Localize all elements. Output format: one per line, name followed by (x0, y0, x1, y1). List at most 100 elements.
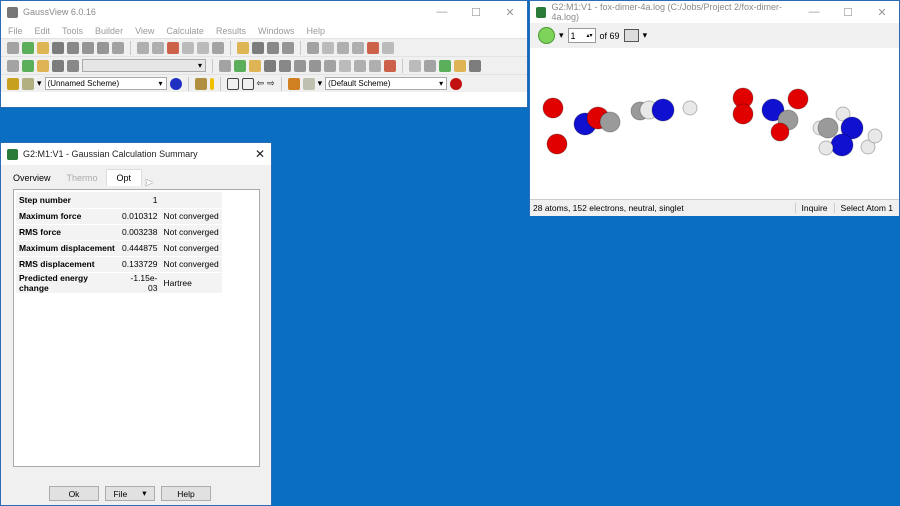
close-button[interactable]: ✕ (255, 147, 265, 161)
search-icon[interactable] (339, 59, 351, 72)
menu-windows[interactable]: Windows (258, 26, 295, 36)
dot-icon[interactable] (369, 59, 381, 72)
atom-C[interactable] (817, 117, 839, 139)
minimize-button[interactable]: — (425, 6, 459, 19)
cascade-icon[interactable] (226, 77, 239, 90)
atom-N[interactable] (651, 98, 675, 122)
atom-H[interactable] (682, 100, 698, 116)
tab-thermo[interactable]: Thermo (59, 170, 106, 186)
fragment-icon[interactable] (282, 41, 294, 54)
atom-O[interactable] (542, 97, 564, 119)
lamp-icon[interactable] (309, 59, 321, 72)
scheme-select[interactable]: (Unnamed Scheme) ▾ (44, 77, 167, 90)
inquire-icon[interactable] (264, 59, 276, 72)
invert-icon[interactable] (279, 59, 291, 72)
camera-icon[interactable] (82, 41, 94, 54)
undo-icon[interactable] (197, 41, 209, 54)
copy-window-icon[interactable] (454, 59, 466, 72)
file-button[interactable]: File ▾ (105, 486, 155, 501)
maximize-button[interactable]: ☐ (831, 6, 865, 19)
bond-length-icon[interactable] (219, 59, 231, 72)
tab-opt[interactable]: Opt (105, 169, 143, 186)
arrow-left-icon[interactable]: ⇦ (257, 78, 265, 89)
star-icon[interactable] (324, 59, 336, 72)
atom-N[interactable] (830, 133, 854, 157)
atom-H[interactable] (867, 128, 883, 144)
paste-icon[interactable] (167, 41, 179, 54)
close-button[interactable]: ✕ (493, 6, 527, 19)
atom-O[interactable] (732, 103, 754, 125)
menu-file[interactable]: File (8, 26, 23, 36)
arrow-right-icon[interactable]: ⇨ (267, 78, 275, 89)
menu-view[interactable]: View (135, 26, 154, 36)
default-scheme-select[interactable]: (Default Scheme) ▾ (325, 77, 448, 90)
save-icon[interactable] (52, 41, 64, 54)
animation-icon[interactable] (623, 29, 639, 42)
chain-icon[interactable] (37, 59, 49, 72)
atom-O[interactable] (770, 122, 790, 142)
new-icon[interactable] (7, 41, 19, 54)
symmetry-icon[interactable] (237, 41, 249, 54)
expand-icon[interactable] (424, 59, 436, 72)
frame-spinner[interactable]: 1 ▴▾ (567, 28, 596, 43)
scheme-icon[interactable] (302, 77, 315, 90)
maximize-button[interactable]: ☐ (459, 6, 493, 19)
atom-O[interactable] (787, 88, 809, 110)
tile-icon[interactable] (241, 77, 254, 90)
molecule-window-title: G2:M1:V1 - fox-dimer-4a.log (C:/Jobs/Pro… (551, 2, 783, 22)
display-format-icon[interactable] (7, 77, 19, 90)
sync-icon[interactable] (469, 59, 481, 72)
color-scheme-icon[interactable] (22, 77, 34, 90)
ring-icon[interactable] (22, 59, 34, 72)
diamond-icon[interactable] (367, 41, 379, 54)
layers-icon[interactable] (352, 41, 364, 54)
move-icon[interactable] (294, 59, 306, 72)
window-icon[interactable] (439, 59, 451, 72)
window-icon[interactable] (194, 77, 207, 90)
menu-edit[interactable]: Edit (35, 26, 51, 36)
list-icon[interactable] (112, 41, 124, 54)
menu-results[interactable]: Results (216, 26, 246, 36)
fragment-select[interactable]: ▾ (82, 59, 206, 72)
close-button[interactable]: ✕ (865, 6, 899, 19)
save-scheme-icon[interactable] (169, 77, 182, 90)
open-icon[interactable] (37, 41, 49, 54)
save-image-icon[interactable] (97, 41, 109, 54)
fragment-b-icon[interactable] (67, 59, 79, 72)
delete-icon[interactable] (182, 41, 194, 54)
menu-builder[interactable]: Builder (95, 26, 123, 36)
print-icon[interactable] (67, 41, 79, 54)
atom-C[interactable] (599, 111, 621, 133)
save-default-scheme-icon[interactable] (450, 77, 463, 90)
menu-help[interactable]: Help (306, 26, 325, 36)
sparkle-icon[interactable] (384, 59, 396, 72)
cut-icon[interactable] (137, 41, 149, 54)
menu-tools[interactable]: Tools (62, 26, 83, 36)
r-group-icon[interactable] (322, 41, 334, 54)
copy-icon[interactable] (152, 41, 164, 54)
angle-icon[interactable] (234, 59, 246, 72)
dihedral-icon[interactable] (249, 59, 261, 72)
atom-pin-icon[interactable] (382, 41, 394, 54)
clean-icon[interactable] (252, 41, 264, 54)
minimize-button[interactable]: — (797, 6, 831, 19)
molecule-viewport[interactable] (530, 48, 899, 199)
surfaces-icon[interactable] (287, 77, 300, 90)
info-icon[interactable] (209, 77, 214, 90)
builder-a-icon[interactable] (7, 59, 19, 72)
atom-O[interactable] (546, 133, 568, 155)
text-a-icon[interactable] (307, 41, 319, 54)
add-icon[interactable] (22, 41, 34, 54)
tab-overview[interactable]: Overview (5, 170, 59, 186)
menu-calculate[interactable]: Calculate (166, 26, 204, 36)
link-icon[interactable] (337, 41, 349, 54)
ok-button[interactable]: Ok (49, 486, 99, 501)
atom-H[interactable] (818, 140, 834, 156)
window-add-icon[interactable] (409, 59, 421, 72)
bond-icon[interactable] (267, 41, 279, 54)
sprout-icon[interactable] (354, 59, 366, 72)
help-button[interactable]: Help (161, 486, 211, 501)
redo-icon[interactable] (212, 41, 224, 54)
dots-icon[interactable] (52, 59, 64, 72)
green-status-icon[interactable] (538, 27, 555, 44)
